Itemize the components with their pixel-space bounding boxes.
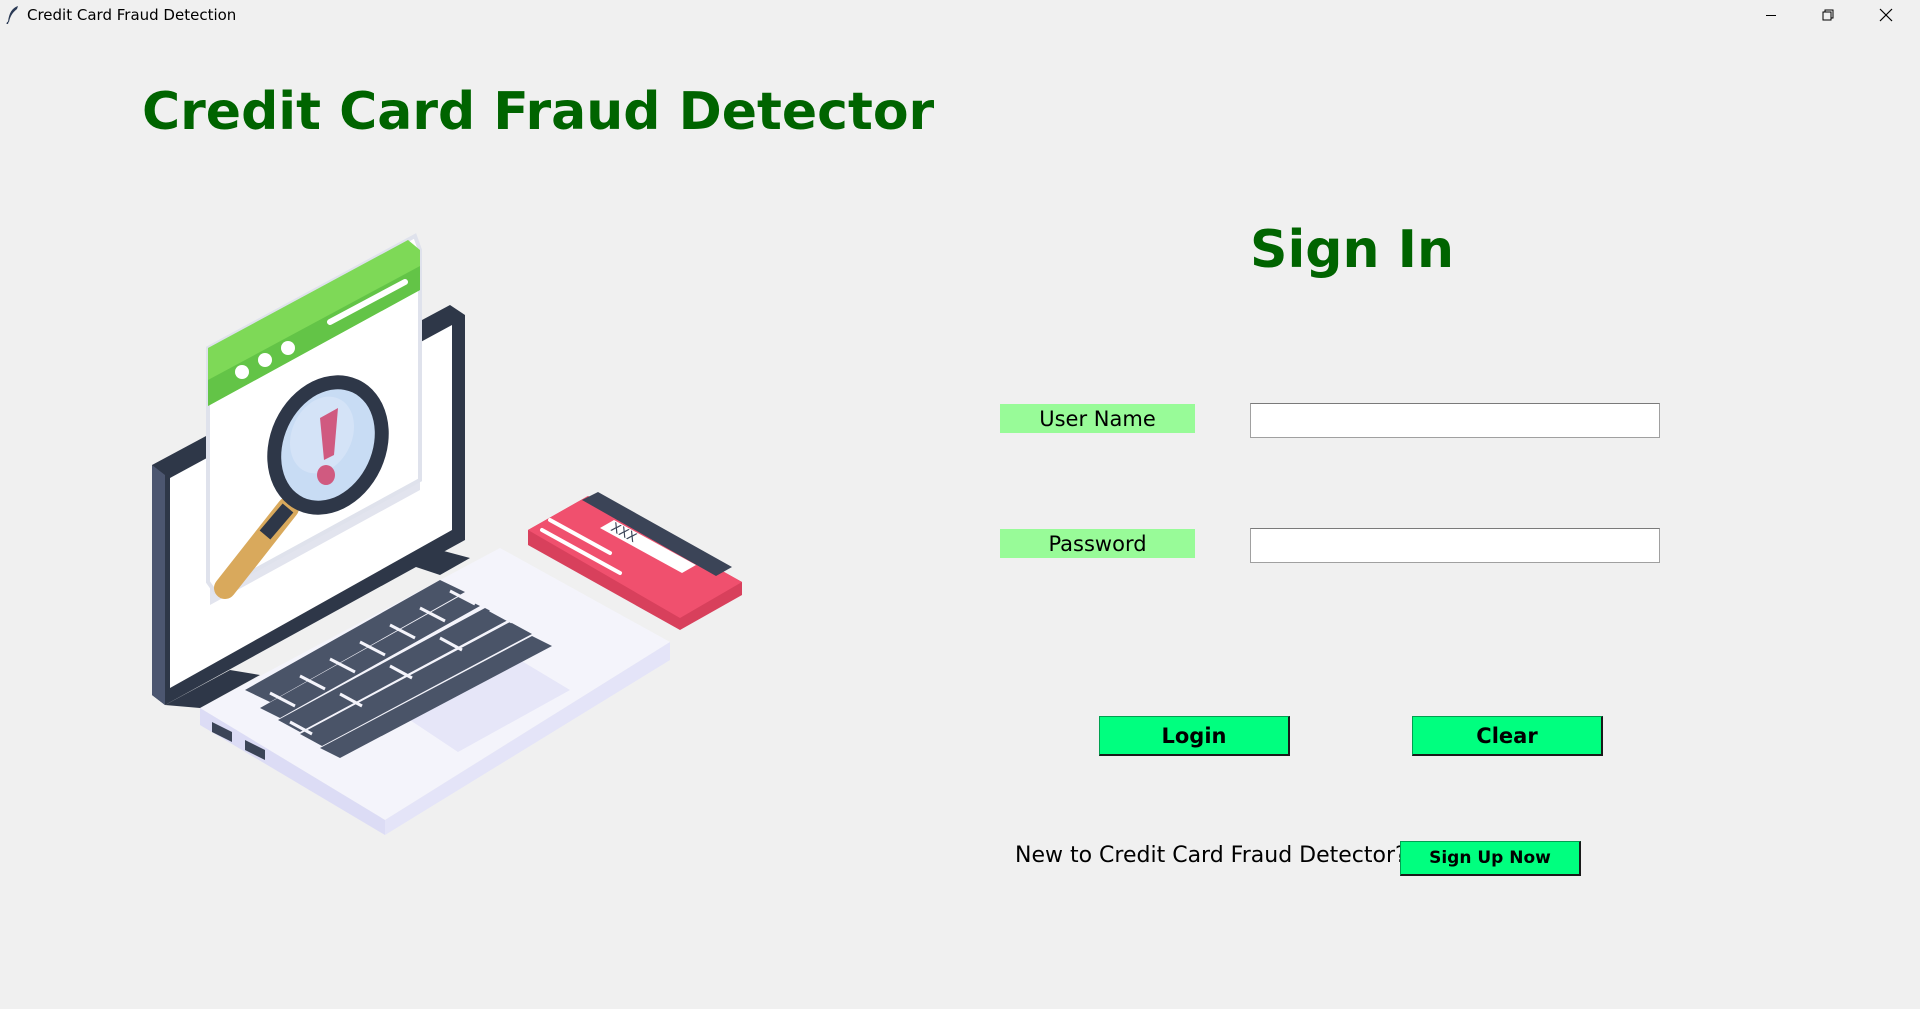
password-label: Password: [1000, 529, 1195, 558]
browser-dot: [235, 365, 249, 379]
restore-icon: [1822, 9, 1834, 20]
browser-dot: [258, 353, 272, 367]
window-title: Credit Card Fraud Detection: [27, 6, 237, 24]
window-titlebar: Credit Card Fraud Detection: [0, 0, 1920, 29]
password-input[interactable]: [1250, 528, 1660, 563]
close-button[interactable]: [1858, 0, 1914, 29]
signup-button[interactable]: Sign Up Now: [1400, 841, 1581, 876]
signup-prompt: New to Credit Card Fraud Detector?: [1015, 843, 1407, 868]
login-button[interactable]: Login: [1099, 716, 1290, 756]
clear-button[interactable]: Clear: [1412, 716, 1603, 756]
username-input[interactable]: [1250, 403, 1660, 438]
signin-heading: Sign In: [1250, 220, 1454, 280]
feather-icon: [6, 5, 20, 25]
restore-button[interactable]: [1800, 0, 1856, 29]
minimize-button[interactable]: [1743, 0, 1799, 29]
close-icon: [1879, 8, 1893, 21]
laptop-screen-side: [152, 465, 165, 705]
browser-dot: [281, 341, 295, 355]
minimize-icon: [1766, 14, 1776, 16]
laptop-fraud-detection-illustration: XXX: [152, 233, 742, 835]
app-title: Credit Card Fraud Detector: [142, 82, 935, 142]
username-label: User Name: [1000, 404, 1195, 433]
